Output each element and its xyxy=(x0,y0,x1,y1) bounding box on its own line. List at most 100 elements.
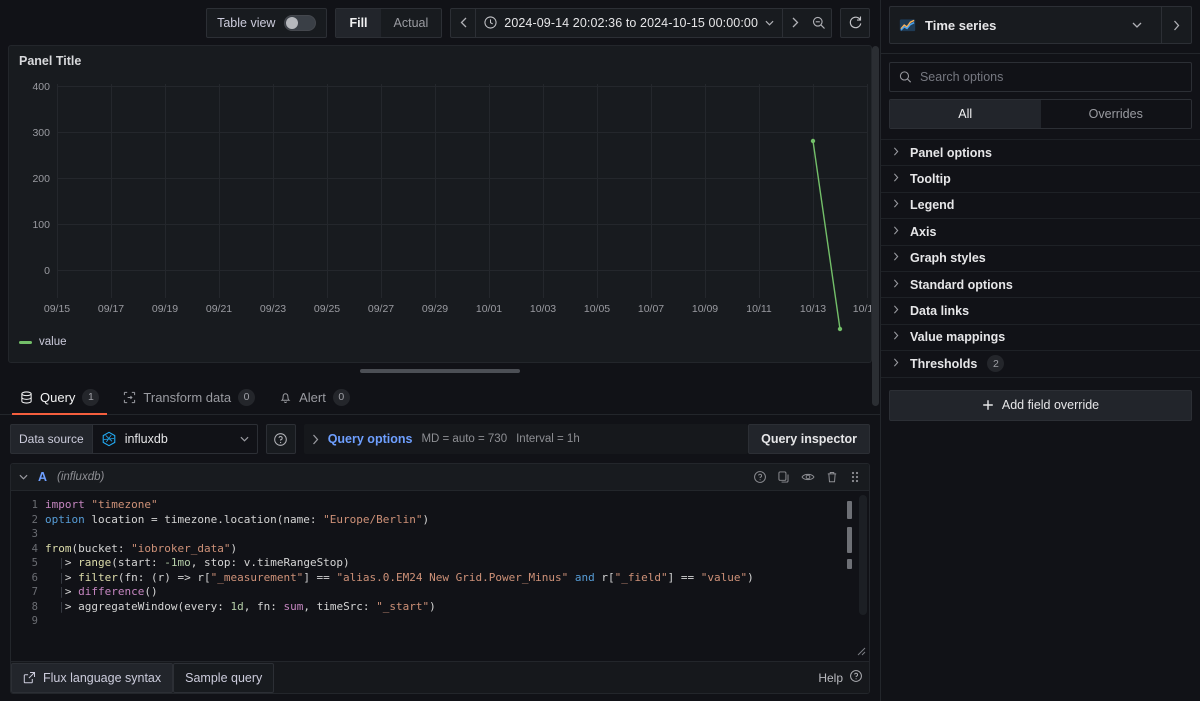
svg-text:200: 200 xyxy=(32,173,50,185)
refresh-dashboard-button[interactable] xyxy=(840,7,870,38)
chevron-right-icon xyxy=(893,331,900,343)
code-line: |> difference() xyxy=(45,585,158,598)
timeseries-plot[interactable]: 400 300 200 100 0 09/15 09/17 09/19 09/2… xyxy=(17,74,871,332)
time-range-picker[interactable]: 2024-09-14 20:02:36 to 2024-10-15 00:00:… xyxy=(450,7,832,38)
datasource-help-button[interactable] xyxy=(265,424,296,454)
options-list-divider xyxy=(881,376,1200,378)
svg-text:09/29: 09/29 xyxy=(422,303,448,315)
section-label: Graph styles xyxy=(910,251,986,266)
thresholds-count-badge: 2 xyxy=(987,355,1005,373)
editor-code-area[interactable]: import "timezone" option location = time… xyxy=(45,491,869,661)
svg-text:10/1: 10/1 xyxy=(853,303,872,315)
help-circle-icon xyxy=(754,471,766,483)
datasource-picker[interactable]: influxdb xyxy=(91,424,258,454)
section-axis[interactable]: Axis xyxy=(881,218,1200,244)
query-help-button[interactable] xyxy=(753,470,767,484)
scrollbar-thumb[interactable] xyxy=(859,495,867,615)
section-label: Panel options xyxy=(910,145,992,160)
svg-text:09/27: 09/27 xyxy=(368,303,394,315)
flux-code-editor[interactable]: 1 2 3 4 5 6 7 8 9 import "timezone" opti… xyxy=(11,491,869,661)
plus-icon xyxy=(983,400,993,410)
help-label[interactable]: Help xyxy=(818,671,849,685)
section-legend[interactable]: Legend xyxy=(881,191,1200,218)
search-options-input[interactable] xyxy=(919,70,1182,84)
legend-label[interactable]: value xyxy=(39,336,67,348)
svg-text:09/17: 09/17 xyxy=(98,303,124,315)
editor-resize-corner[interactable] xyxy=(856,646,866,659)
minimap-block xyxy=(847,527,852,553)
tab-alert[interactable]: Alert 0 xyxy=(267,380,362,414)
options-filter-all[interactable]: All xyxy=(890,100,1041,128)
options-filter-radio-group[interactable]: All Overrides xyxy=(889,99,1192,129)
visualization-dropdown-toggle[interactable] xyxy=(1122,7,1152,43)
flux-language-syntax-button[interactable]: Flux language syntax xyxy=(11,662,174,693)
sample-query-button[interactable]: Sample query xyxy=(173,662,275,693)
visualization-picker[interactable]: Time series xyxy=(889,6,1192,44)
table-view-label: Table view xyxy=(217,15,276,30)
line-number: 2 xyxy=(31,513,38,526)
query-options-row[interactable]: Query options MD = auto = 730 Interval =… xyxy=(303,424,749,454)
query-toggle-visibility-button[interactable] xyxy=(801,470,815,484)
section-panel-options[interactable]: Panel options xyxy=(881,139,1200,165)
panel-legend[interactable]: value xyxy=(9,332,871,348)
editor-vertical-scrollbar[interactable] xyxy=(859,495,867,655)
actual-option[interactable]: Actual xyxy=(381,9,442,37)
add-field-override-button[interactable]: Add field override xyxy=(889,389,1192,421)
query-duplicate-button[interactable] xyxy=(777,470,791,484)
svg-text:300: 300 xyxy=(32,127,50,139)
section-data-links[interactable]: Data links xyxy=(881,297,1200,323)
query-options-md: MD = auto = 730 xyxy=(421,433,508,445)
zoom-out-button[interactable] xyxy=(807,9,831,37)
series-line-value xyxy=(812,140,841,330)
footer-help-icon-button[interactable] xyxy=(849,669,869,686)
fill-actual-segmented-control[interactable]: Fill Actual xyxy=(335,7,443,38)
query-options-label[interactable]: Query options xyxy=(328,432,413,446)
minimap-block xyxy=(847,559,852,569)
refresh-icon xyxy=(849,16,861,29)
zoom-out-icon xyxy=(812,16,825,29)
section-tooltip[interactable]: Tooltip xyxy=(881,165,1200,191)
query-inspector-button[interactable]: Query inspector xyxy=(748,424,870,454)
options-filter-overrides[interactable]: Overrides xyxy=(1040,100,1191,128)
section-value-mappings[interactable]: Value mappings xyxy=(881,323,1200,350)
svg-text:09/19: 09/19 xyxy=(152,303,178,315)
table-view-switch[interactable] xyxy=(284,14,317,31)
switch-knob xyxy=(286,16,299,29)
fill-option[interactable]: Fill xyxy=(336,8,381,37)
query-row-header[interactable]: A (influxdb) xyxy=(11,464,869,491)
section-thresholds[interactable]: Thresholds 2 xyxy=(881,350,1200,376)
editor-minimap[interactable] xyxy=(847,495,856,655)
section-standard-options[interactable]: Standard options xyxy=(881,270,1200,297)
svg-text:10/05: 10/05 xyxy=(584,303,610,315)
tab-transform-data[interactable]: Transform data 0 xyxy=(111,380,267,414)
query-ref-id[interactable]: A xyxy=(38,470,47,484)
section-graph-styles[interactable]: Graph styles xyxy=(881,244,1200,271)
panel-resize-handle[interactable] xyxy=(360,369,520,373)
question-circle-icon xyxy=(274,432,288,446)
line-number: 3 xyxy=(31,528,38,540)
table-view-toggle[interactable]: Table view xyxy=(206,7,328,38)
time-range-button[interactable]: 2024-09-14 20:02:36 to 2024-10-15 00:00:… xyxy=(475,8,783,37)
query-delete-button[interactable] xyxy=(825,470,839,484)
time-shift-forward-button[interactable] xyxy=(783,9,807,37)
line-number: 8 xyxy=(31,600,38,613)
editor-page-scrollbar[interactable] xyxy=(872,46,879,406)
datasource-row: Data source influxdb Query options MD = … xyxy=(0,415,880,463)
options-pane-collapse-button[interactable] xyxy=(1161,7,1191,43)
clock-icon xyxy=(484,16,497,29)
time-shift-back-button[interactable] xyxy=(451,9,475,37)
time-range-text: 2024-09-14 20:02:36 to 2024-10-15 00:00:… xyxy=(504,15,758,30)
visualization-panel[interactable]: Panel Title 400 300 200 100 0 09/15 09/1… xyxy=(8,45,872,363)
transform-icon xyxy=(124,391,136,403)
svg-text:10/09: 10/09 xyxy=(692,303,718,315)
options-section-list: Panel options Tooltip Legend Axis Graph … xyxy=(881,139,1200,378)
svg-text:400: 400 xyxy=(32,81,50,93)
query-editor-footer: Flux language syntax Sample query Help xyxy=(11,661,869,693)
query-drag-handle[interactable] xyxy=(849,470,861,484)
query-collapse-icon[interactable] xyxy=(19,472,28,483)
chevron-right-icon xyxy=(893,226,900,238)
editor-left-column: Table view Fill Actual 2024-09-14 20:02:… xyxy=(0,0,880,701)
options-search-box[interactable] xyxy=(889,62,1192,92)
tab-query[interactable]: Query 1 xyxy=(8,380,111,415)
